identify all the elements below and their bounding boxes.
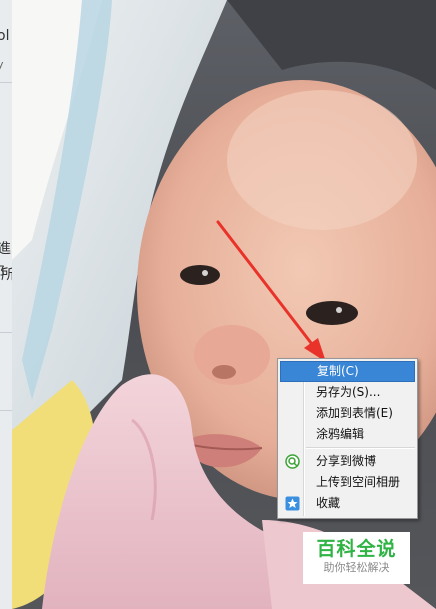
- menu-item-add-to-emoji-label: 添加到表情(E): [316, 406, 393, 420]
- menu-item-copy[interactable]: 复制(C): [280, 361, 415, 382]
- watermark-title: 百科全说: [316, 538, 397, 560]
- menu-item-upload-to-album[interactable]: 上传到空间相册: [280, 472, 415, 493]
- menu-item-doodle-edit[interactable]: 涂鸦编辑: [280, 424, 415, 445]
- menu-item-share-to-weibo-label: 分享到微博: [316, 454, 377, 468]
- strip-divider: [0, 410, 12, 411]
- favorite-star-icon: [285, 496, 300, 511]
- strip-divider: [0, 82, 12, 83]
- menu-item-favorite-label: 收藏: [316, 496, 341, 510]
- strip-text-1: ol: [0, 28, 10, 44]
- watermark-subtitle: 助你轻松解决: [323, 561, 390, 574]
- menu-item-upload-to-album-label: 上传到空间相册: [316, 475, 401, 489]
- menu-item-add-to-emoji[interactable]: 添加到表情(E): [280, 403, 415, 424]
- strip-divider: [0, 332, 12, 333]
- menu-item-favorite[interactable]: 收藏: [280, 493, 415, 514]
- menu-item-save-as[interactable]: 另存为(S)...: [280, 382, 415, 403]
- image-context-menu: 复制(C) 另存为(S)... 添加到表情(E) 涂鸦编辑 分享到微博 上传到空…: [277, 358, 418, 519]
- strip-text-3: 進: [0, 241, 11, 257]
- menu-item-doodle-edit-label: 涂鸦编辑: [316, 427, 365, 441]
- weibo-share-icon: [285, 454, 300, 469]
- menu-item-save-as-label: 另存为(S)...: [316, 385, 381, 399]
- baike-watermark: 百科全说 助你轻松解决: [303, 532, 410, 584]
- menu-separator: [306, 447, 415, 449]
- strip-text-2: y: [0, 58, 4, 71]
- menu-item-share-to-weibo[interactable]: 分享到微博: [280, 451, 415, 472]
- menu-item-copy-label: 复制(C): [317, 364, 359, 378]
